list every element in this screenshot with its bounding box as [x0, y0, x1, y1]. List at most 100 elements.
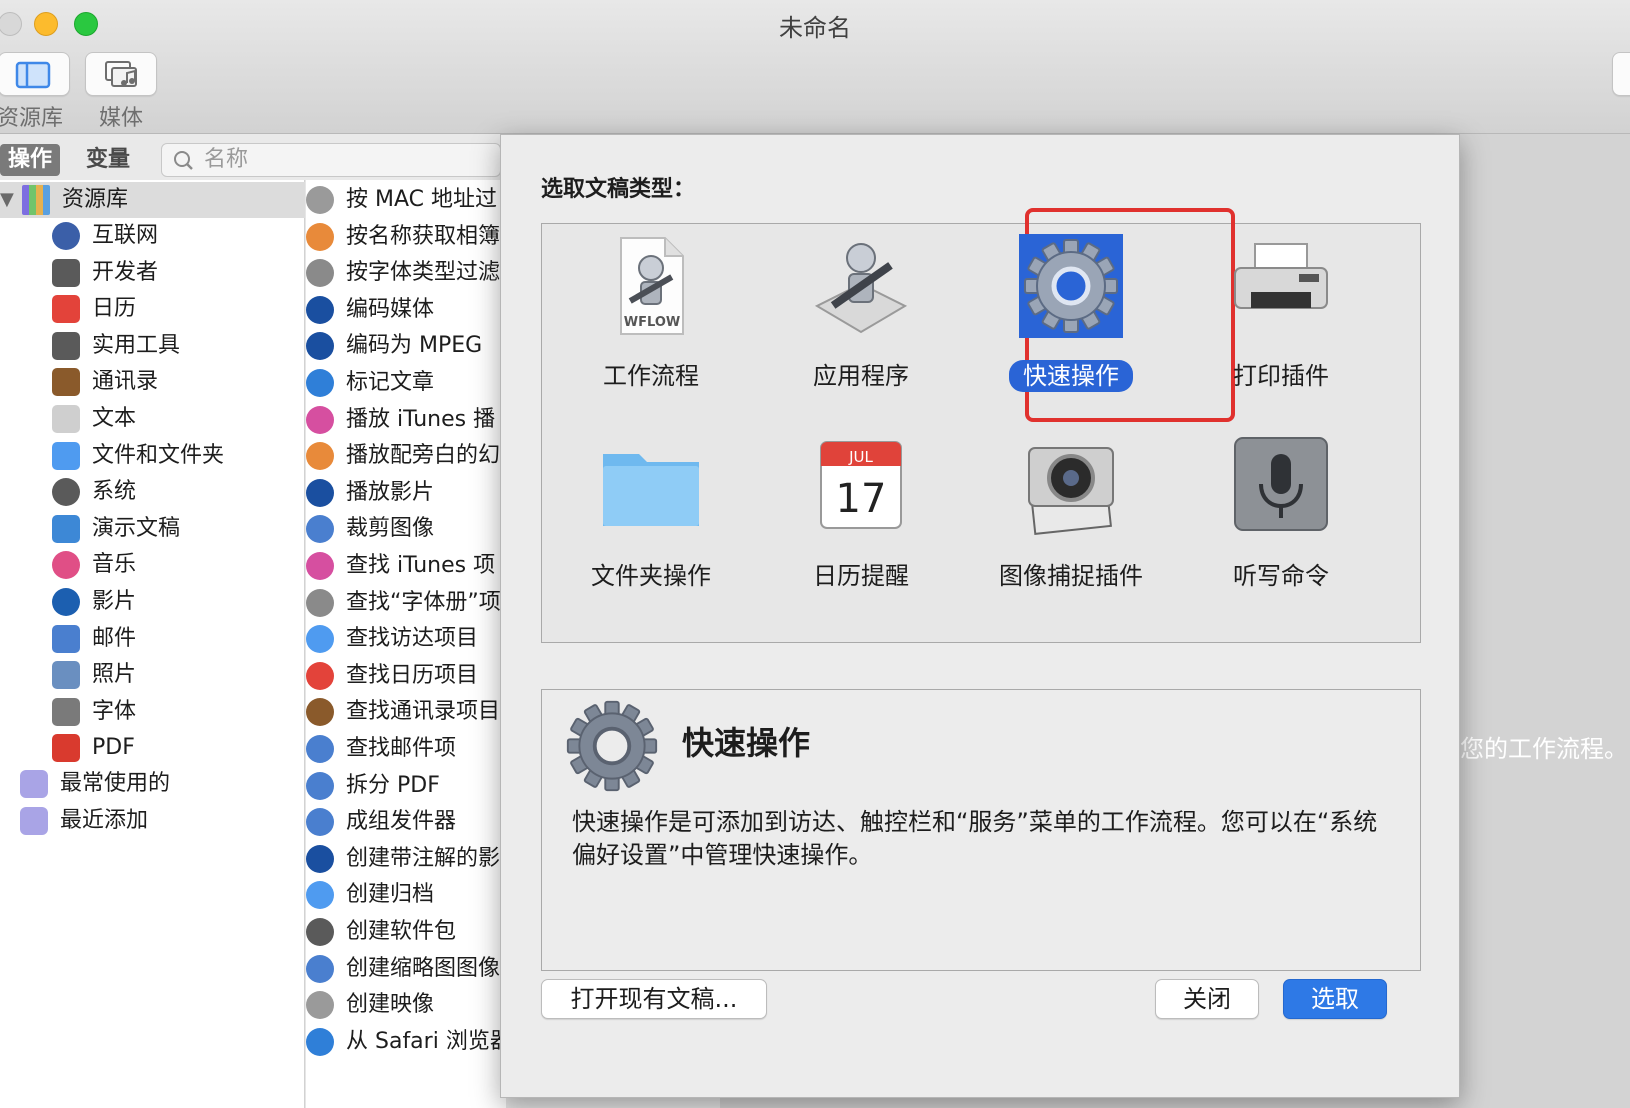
sidebar-item-label: 影片: [92, 589, 137, 614]
document-type-label: 快速操作: [1009, 360, 1133, 392]
contacts-icon: [52, 368, 80, 397]
action-item-label: 拆分 PDF: [346, 772, 440, 798]
sidebar-item-label: 实用工具: [92, 332, 181, 358]
action-item-label: 创建软件包: [346, 919, 457, 944]
library-toggle-button[interactable]: [0, 52, 70, 96]
action-item[interactable]: 标记文章: [306, 365, 506, 401]
action-item[interactable]: 查找 iTunes 项: [306, 548, 506, 584]
description-title: 快速操作: [682, 724, 811, 762]
sidebar-item-label: 日历: [92, 296, 137, 322]
action-item[interactable]: 按名称获取相簿: [306, 219, 506, 255]
action-item[interactable]: 查找日历项目: [306, 658, 506, 694]
svg-text:WFLOW: WFLOW: [624, 315, 680, 330]
action-item-label: 查找访达项目: [346, 626, 479, 652]
library-root-label: 资源库: [62, 187, 129, 212]
action-item[interactable]: 查找通讯录项目: [306, 694, 506, 730]
action-item[interactable]: 裁剪图像: [306, 511, 506, 547]
action-icon: [306, 259, 334, 288]
sidebar-item[interactable]: 邮件: [52, 621, 302, 657]
description-text: 快速操作是可添加到访达、触控栏和“服务”菜单的工作流程。您可以在“系统偏好设置”…: [572, 808, 1378, 869]
action-item-label: 编码为 MPEG: [346, 333, 483, 359]
document-type-label: 文件夹操作: [591, 562, 711, 590]
smart-group-item[interactable]: 最常使用的: [20, 766, 300, 802]
sidebar-item[interactable]: 文件和文件夹: [52, 438, 302, 474]
toolbar-overflow-button[interactable]: [1612, 52, 1630, 96]
sidebar-item[interactable]: 实用工具: [52, 328, 302, 364]
action-icon: [306, 918, 334, 946]
sidebar-item[interactable]: PDF: [52, 730, 302, 766]
action-item[interactable]: 拆分 PDF: [306, 768, 506, 804]
sidebar-item[interactable]: 日历: [52, 291, 302, 327]
action-item[interactable]: 播放 iTunes 播: [306, 402, 506, 438]
tools-icon: [52, 258, 80, 287]
close-button[interactable]: 关闭: [1155, 979, 1259, 1019]
action-icon: [306, 442, 334, 471]
sidebar-item[interactable]: 字体: [52, 694, 302, 730]
tab-actions[interactable]: 操作: [0, 144, 61, 176]
action-item[interactable]: 成组发件器: [306, 804, 506, 840]
action-icon: [306, 478, 334, 507]
action-item-label: 创建归档: [346, 882, 435, 908]
action-item[interactable]: 播放影片: [306, 475, 506, 511]
action-item-label: 查找邮件项: [346, 736, 457, 761]
font-icon: [52, 697, 80, 726]
action-item[interactable]: 查找访达项目: [306, 621, 506, 657]
sidebar-item-label: 音乐: [92, 552, 137, 578]
action-item[interactable]: 播放配旁白的幻: [306, 438, 506, 474]
title-bar: 未命名 资源库 媒体: [0, 0, 1630, 134]
sidebar-item[interactable]: 文本: [52, 401, 302, 437]
document-type-camera[interactable]: 图像捕捉插件: [966, 430, 1176, 620]
action-item[interactable]: 创建映像: [306, 987, 506, 1023]
choose-button[interactable]: 选取: [1283, 979, 1387, 1019]
action-search-input[interactable]: 名称: [161, 143, 501, 177]
document-type-gear[interactable]: 快速操作: [966, 226, 1176, 420]
action-item[interactable]: 从 Safari 浏览器: [306, 1024, 506, 1060]
sidebar-item[interactable]: 开发者: [52, 255, 302, 291]
sidebar-item-label: 照片: [92, 662, 137, 688]
calendar-icon: [52, 295, 80, 324]
action-item[interactable]: 按字体类型过滤: [306, 255, 506, 291]
sidebar-item[interactable]: 通讯录: [52, 364, 302, 400]
action-item[interactable]: 创建软件包: [306, 914, 506, 950]
action-item[interactable]: 按 MAC 地址过: [306, 182, 506, 218]
media-browser-button[interactable]: [85, 52, 157, 96]
document-type-calendar[interactable]: JUL 17 日历提醒: [756, 430, 966, 620]
action-icon: [306, 295, 334, 324]
document-type-printer[interactable]: 打印插件: [1176, 230, 1386, 420]
system-icon: [52, 478, 80, 507]
sidebar-item[interactable]: 演示文稿: [52, 511, 302, 547]
sidebar-item[interactable]: 互联网: [52, 218, 302, 254]
action-item[interactable]: 创建带注解的影: [306, 841, 506, 877]
sidebar-item[interactable]: 系统: [52, 474, 302, 510]
action-item[interactable]: 查找“字体册”项: [306, 585, 506, 621]
action-item[interactable]: 创建归档: [306, 877, 506, 913]
document-type-microphone[interactable]: 听写命令: [1176, 430, 1386, 620]
tab-variables[interactable]: 变量: [78, 144, 138, 176]
action-icon: [306, 588, 334, 617]
document-type-workflow[interactable]: WFLOW 工作流程: [546, 230, 756, 420]
text-icon: [52, 405, 80, 433]
action-item-label: 查找通讯录项目: [346, 699, 501, 725]
sidebar-item[interactable]: 影片: [52, 584, 302, 620]
mail-icon: [52, 624, 80, 653]
keynote-icon: [52, 514, 80, 543]
document-type-application[interactable]: 应用程序: [756, 230, 966, 420]
action-icon: [306, 332, 334, 361]
quicktime-icon: [52, 588, 80, 616]
action-item-label: 成组发件器: [346, 809, 457, 835]
action-item-label: 创建带注解的影: [346, 845, 501, 871]
action-item[interactable]: 创建缩略图图像: [306, 951, 506, 987]
sidebar-item[interactable]: 照片: [52, 657, 302, 693]
document-type-folder[interactable]: 文件夹操作: [546, 430, 756, 620]
sidebar-item-label: 文本: [92, 406, 137, 431]
action-item[interactable]: 编码为 MPEG: [306, 328, 506, 364]
workflow-hint-text: 您的工作流程。: [1460, 735, 1628, 763]
sheet-title: 选取文稿类型：: [541, 177, 696, 202]
smart-group-item[interactable]: 最近添加: [20, 803, 300, 839]
action-item[interactable]: 查找邮件项: [306, 731, 506, 767]
action-item[interactable]: 编码媒体: [306, 292, 506, 328]
open-existing-document-button[interactable]: 打开现有文稿...: [541, 979, 767, 1019]
disclosure-triangle-icon[interactable]: ▼: [0, 182, 14, 218]
sidebar-item[interactable]: 音乐: [52, 547, 302, 583]
library-root[interactable]: ▼ 资源库: [0, 182, 305, 218]
